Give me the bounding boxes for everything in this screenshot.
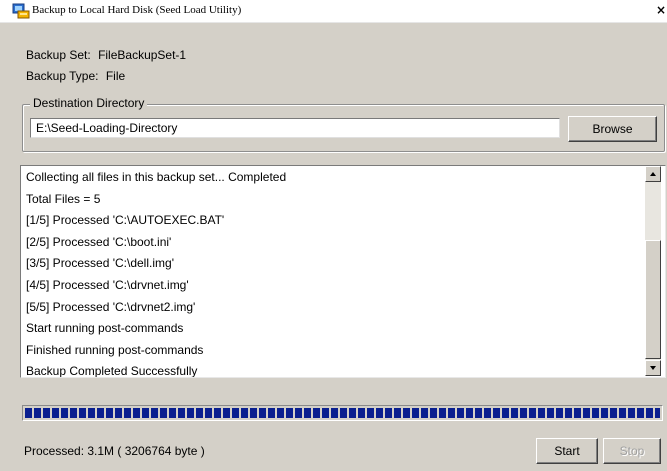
scroll-up-arrow-icon[interactable] [645, 166, 661, 182]
log-scrollbar[interactable] [645, 166, 661, 376]
stop-button[interactable]: Stop [603, 438, 661, 464]
log-line: [3/5] Processed 'C:\dell.img' [26, 256, 174, 271]
window-title: Backup to Local Hard Disk (Seed Load Uti… [32, 4, 242, 16]
progress-fill [25, 408, 660, 418]
log-line: [1/5] Processed 'C:\AUTOEXEC.BAT' [26, 213, 225, 228]
destination-group-label: Destination Directory [30, 96, 148, 110]
log-line: Total Files = 5 [26, 191, 101, 206]
destination-path-input[interactable] [30, 118, 560, 138]
backup-set-value: FileBackupSet-1 [98, 48, 187, 62]
log-line: [4/5] Processed 'C:\drvnet.img' [26, 277, 189, 292]
title-bar: Backup to Local Hard Disk (Seed Load Uti… [0, 0, 667, 23]
progress-bar [22, 405, 663, 421]
backup-type-value: File [105, 69, 126, 83]
log-output[interactable]: Collecting all files in this backup set.… [20, 165, 666, 378]
log-line: Backup Completed Successfully [26, 364, 198, 378]
browse-button[interactable]: Browse [568, 116, 657, 142]
backup-set-label: Backup Set: [26, 48, 91, 62]
log-lines: Collecting all files in this backup set.… [26, 167, 287, 378]
log-line: Start running post-commands [26, 321, 184, 336]
backup-type-row: Backup Type: File [26, 69, 125, 83]
scroll-thumb[interactable] [645, 240, 661, 359]
backup-app-icon [12, 3, 30, 19]
start-button[interactable]: Start [536, 438, 598, 464]
log-line: [2/5] Processed 'C:\boot.ini' [26, 234, 172, 249]
scroll-down-arrow-icon[interactable] [645, 360, 661, 376]
backup-set-row: Backup Set: FileBackupSet-1 [26, 48, 186, 62]
log-line: Collecting all files in this backup set.… [26, 170, 287, 184]
processed-status: Processed: 3.1M ( 3206764 byte ) [24, 444, 205, 458]
log-line: Finished running post-commands [26, 342, 204, 357]
backup-type-label: Backup Type: [26, 69, 99, 83]
close-icon[interactable]: × [655, 2, 667, 18]
log-line: [5/5] Processed 'C:\drvnet2.img' [26, 299, 196, 314]
